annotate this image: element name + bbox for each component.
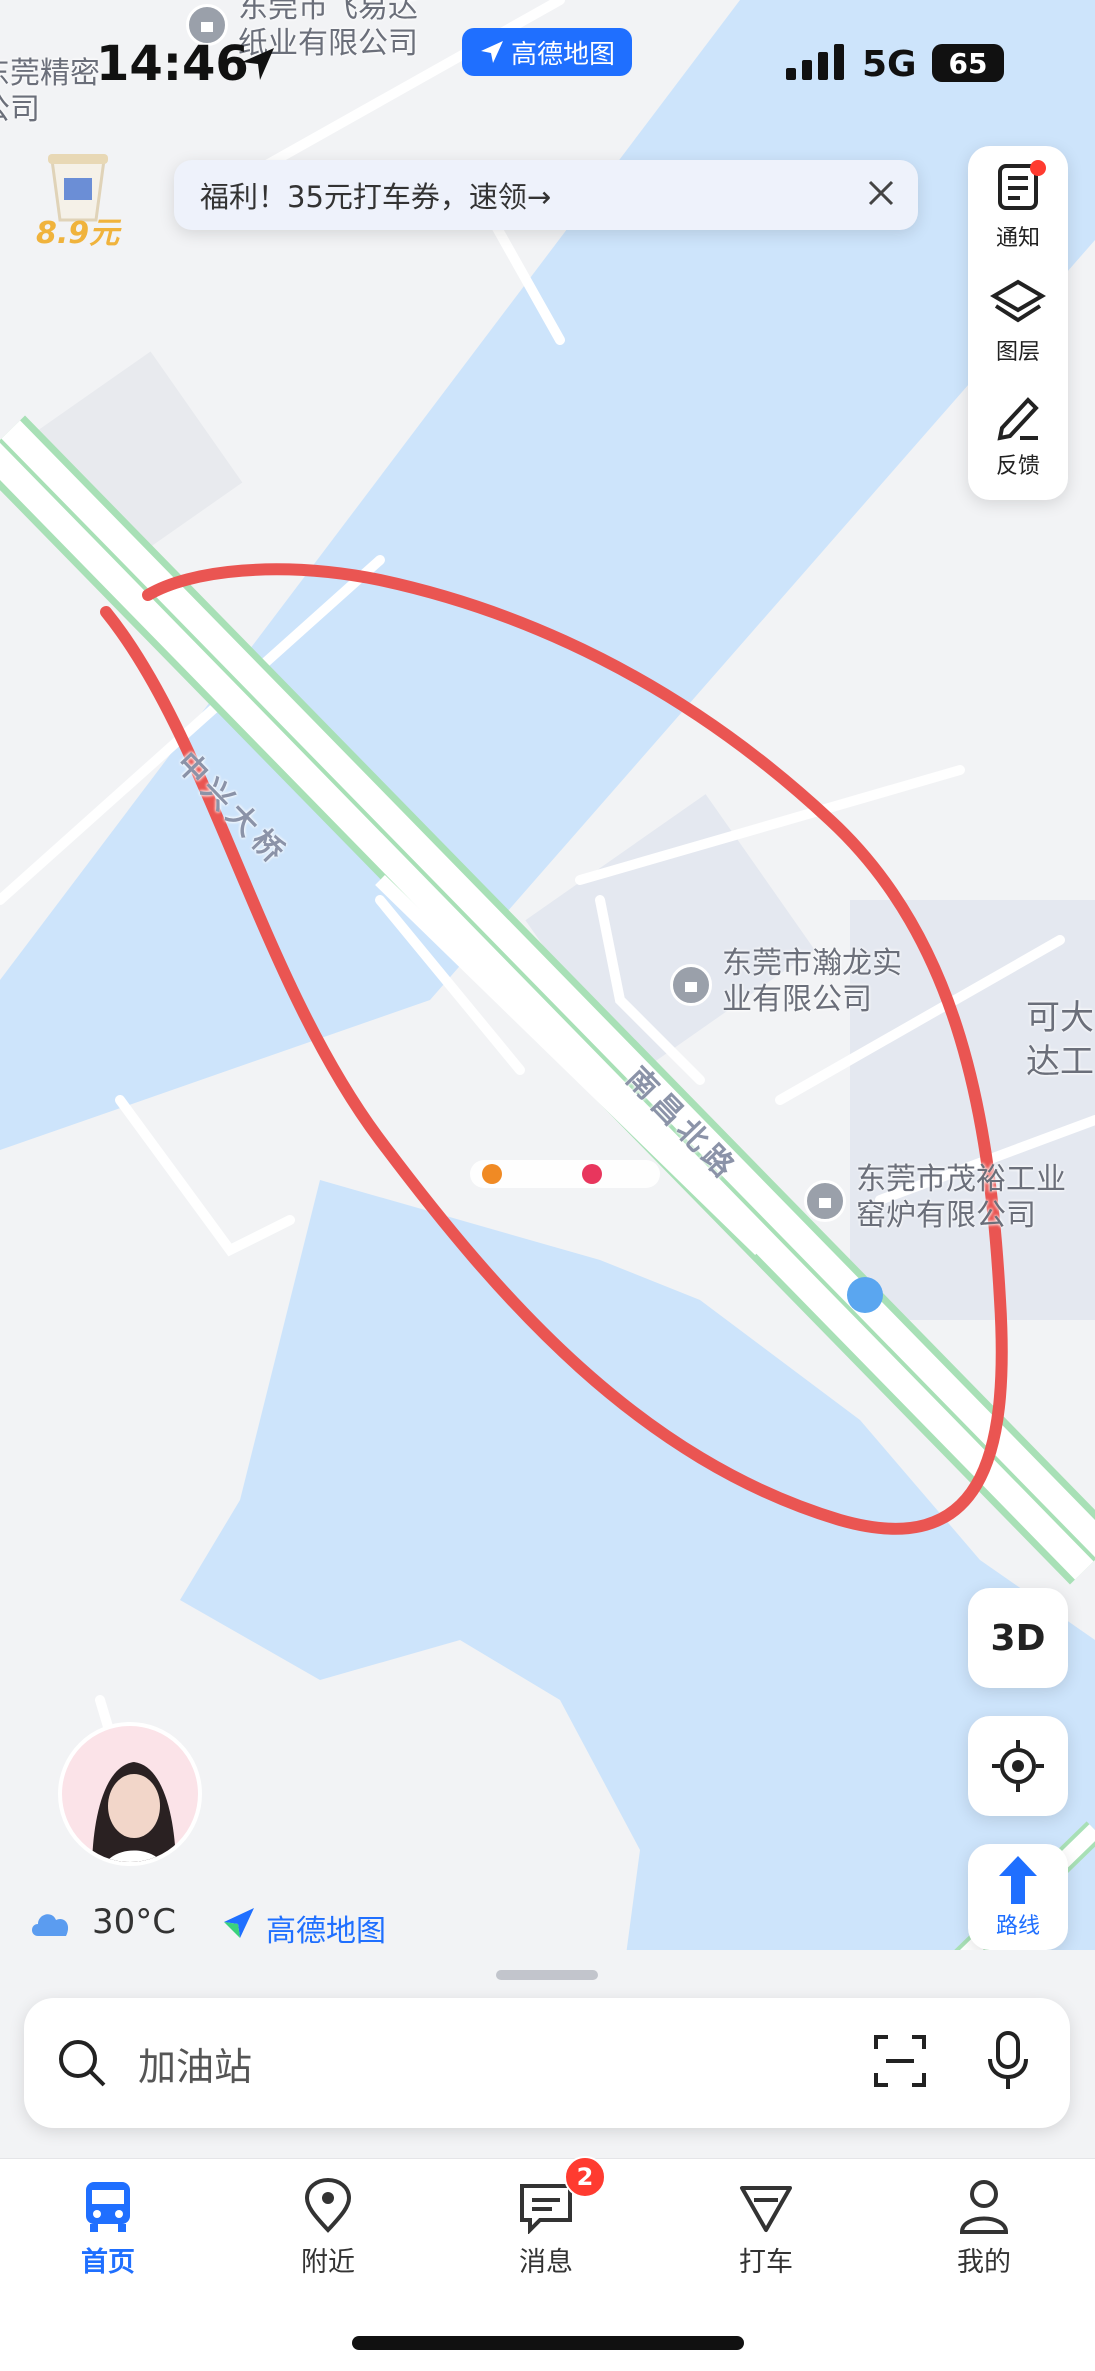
home-indicator[interactable]	[352, 2336, 744, 2350]
amap-logo-icon	[222, 1906, 256, 1944]
message-icon	[520, 2184, 572, 2234]
route-button[interactable]: 路线	[968, 1844, 1068, 1950]
app-badge[interactable]: 高德地图	[462, 28, 632, 76]
poi-icon[interactable]	[804, 1180, 846, 1222]
poi-line: 东莞精密	[0, 56, 100, 91]
location-arrow-icon	[238, 44, 278, 88]
promo-price: 8.9元	[36, 216, 120, 251]
notify-icon	[998, 160, 1046, 210]
poi-icon[interactable]	[670, 964, 712, 1006]
avatar[interactable]	[58, 1722, 202, 1866]
amap-logo-icon	[480, 41, 503, 63]
layers-label: 图层	[995, 340, 1040, 365]
layers-icon	[990, 279, 1046, 323]
tab-messages[interactable]: 2 消息	[476, 2156, 616, 2279]
poi-label-hanlong[interactable]: 东莞市瀚龙实 业有限公司	[722, 946, 902, 1018]
tab-taxi[interactable]: 打车	[696, 2178, 836, 2279]
poi-line: 东莞市茂裕工业	[856, 1162, 1066, 1197]
bus-icon	[86, 2182, 130, 2232]
user-icon	[959, 2180, 1009, 2234]
poi-line: 业有限公司	[722, 982, 872, 1017]
tab-profile-label: 我的	[957, 2247, 1011, 2278]
locate-crosshair-icon	[992, 1740, 1044, 1792]
tab-home-label: 首页	[81, 2247, 135, 2278]
notify-label: 通知	[995, 226, 1040, 251]
location-pin-icon	[304, 2178, 352, 2233]
signal-icon	[786, 44, 846, 84]
tab-home[interactable]: 首页	[38, 2178, 178, 2279]
search-bar[interactable]: 加油站	[24, 1998, 1070, 2128]
promo-coupon[interactable]: 8.9元	[30, 150, 126, 251]
poi-label-right[interactable]: 可大 达工	[1026, 996, 1094, 1084]
app-badge-label: 高德地图	[510, 39, 615, 70]
brand-label: 高德地图	[266, 1914, 386, 1949]
sheet-handle[interactable]	[496, 1970, 598, 1980]
layers-button[interactable]: 图层	[968, 274, 1068, 366]
3d-label: 3D	[990, 1617, 1046, 1659]
battery-icon: 65	[932, 44, 1004, 82]
notify-button[interactable]: 通知	[968, 160, 1068, 252]
3d-button[interactable]: 3D	[968, 1588, 1068, 1688]
promo-banner[interactable]: 福利！35元打车券，速领→	[174, 160, 918, 230]
search-input[interactable]: 加油站	[138, 2036, 872, 2091]
map-canvas[interactable]	[0, 0, 1095, 2000]
search-icon	[59, 2040, 106, 2087]
weather-temp: 30°C	[92, 1902, 177, 1942]
tab-nearby-label: 附近	[301, 2247, 355, 2278]
close-icon[interactable]	[866, 178, 896, 212]
weather-cloud-icon	[28, 1906, 74, 1942]
route-label: 路线	[995, 1914, 1040, 1939]
tab-nearby[interactable]: 附近	[258, 2178, 398, 2279]
poi-line: 东莞市瀚龙实	[722, 946, 902, 981]
message-badge: 2	[564, 2156, 606, 2198]
tab-messages-label: 消息	[519, 2247, 573, 2278]
feedback-edit-icon	[997, 397, 1039, 441]
tab-profile[interactable]: 我的	[914, 2178, 1054, 2279]
map-tools-panel: 通知 图层 反馈	[968, 146, 1068, 500]
scan-icon[interactable]	[872, 2033, 928, 2093]
feedback-button[interactable]: 反馈	[968, 388, 1068, 480]
locate-button[interactable]	[968, 1716, 1068, 1816]
microphone-icon[interactable]	[984, 2031, 1032, 2095]
promo-banner-text: 福利！35元打车券，速领→	[200, 180, 552, 214]
tab-taxi-label: 打车	[739, 2247, 793, 2278]
poi-label-maoyu[interactable]: 东莞市茂裕工业 窑炉有限公司	[856, 1162, 1066, 1234]
poi-line: 可大	[1026, 998, 1094, 1038]
poi-line: 东莞市飞易达	[238, 0, 418, 25]
poi-line: 达工	[1026, 1042, 1094, 1082]
feedback-label: 反馈	[995, 454, 1040, 479]
poi-line: 窑炉有限公司	[856, 1198, 1036, 1233]
battery-level: 65	[948, 46, 988, 80]
status-time: 14:46	[96, 36, 249, 92]
poi-label-left[interactable]: 东莞精密 公司	[0, 56, 100, 128]
network-label: 5G	[862, 44, 917, 85]
taxi-icon	[740, 2186, 792, 2232]
poi-line: 公司	[0, 92, 40, 127]
route-arrow-icon	[999, 1856, 1037, 1904]
